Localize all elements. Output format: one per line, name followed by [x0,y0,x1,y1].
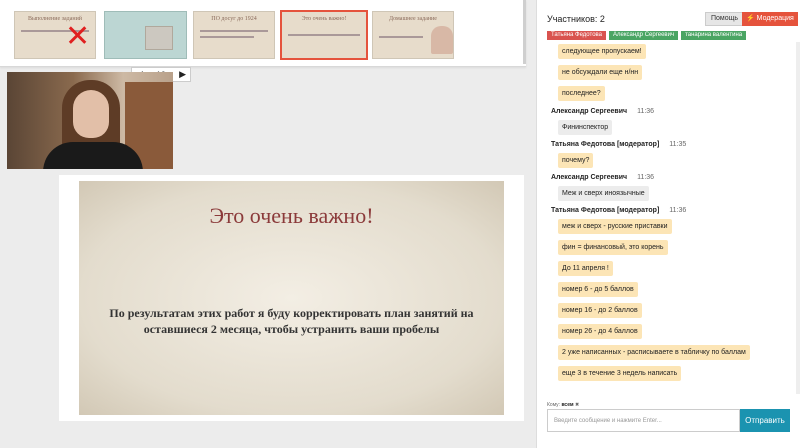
thumbnail-scrollbar[interactable] [523,0,526,64]
chat-message: фин = финансовый, это корень [558,240,668,255]
chat-panel: Участников: 2 Помощь ⚡ Модерация Татьяна… [536,0,800,448]
main-slide: Это очень важно! По результатам этих раб… [79,181,504,415]
participants-count: Участников: 2 [547,14,605,24]
message-author: Татьяна Федотова [модератор] 11:36 [551,207,686,214]
author-name: Александр Сергеевич [551,108,628,115]
slide-thumbnail-2[interactable] [104,11,187,59]
help-button[interactable]: Помощь [705,12,745,26]
author-name: Александр Сергеевич [551,174,628,181]
lightning-icon: ⚡ [746,15,755,22]
chat-message: номер 26 - до 4 баллов [558,324,642,339]
x-mark-icon: ✕ [65,19,91,54]
slide-thumbnail-1[interactable]: Выполнение заданий ✕ [14,11,96,59]
presentation-area: Выполнение заданий ✕ ПО досуг до 1924 Эт… [0,0,535,448]
participant-tag[interactable]: танарина валентина [681,31,747,40]
author-name: Татьяна Федотова [модератор] [551,141,660,148]
send-button[interactable]: Отправить [740,409,790,432]
slide-title: Это очень важно! [209,203,374,228]
chat-message: 2 уже написанных - расписываете в таблич… [558,345,750,360]
recipient-line: Кому: всем ✖ [547,402,579,408]
chat-messages: следующее пропускаем! не обсуждали еще н/… [537,42,795,394]
message-time: 11:36 [637,108,655,115]
webcam-person-face [73,90,109,138]
chat-message: еще 3 в течение 3 недель написать [558,366,682,381]
chat-message: номер 6 - до 5 баллов [558,282,638,297]
chat-message: почему? [558,153,594,168]
chat-message: номер 16 - до 2 баллов [558,303,642,318]
message-time: 11:35 [669,141,687,148]
chat-scrollbar[interactable] [796,42,800,394]
next-slide-button[interactable]: ▶ [179,69,186,80]
thumbnail-line [379,36,423,38]
chat-message: следующее пропускаем! [558,44,646,59]
clear-recipient-icon[interactable]: ✖ [575,402,579,408]
chat-message: Фининспектор [558,120,613,135]
slide-thumbnail-4-active[interactable]: Это очень важно! [280,10,368,60]
recipient-value[interactable]: всем [561,402,573,408]
participant-list: Татьяна Федотова Александр Сергеевич тан… [547,31,747,40]
slide-thumbnail-strip: Выполнение заданий ✕ ПО досуг до 1924 Эт… [0,0,526,67]
message-time: 11:36 [637,174,655,181]
recipient-label: Кому: [547,402,561,408]
message-time: 11:36 [669,207,687,214]
webcam-video [7,72,173,169]
chat-message: До 11 апреля ! [558,261,613,276]
participant-tag[interactable]: Татьяна Федотова [547,31,606,40]
thumbnail-line [288,34,360,36]
thumbnail-portrait [431,26,453,54]
message-author: Александр Сергеевич 11:36 [551,174,654,181]
thumbnail-line [200,30,268,32]
chat-message: меж и сверх - русские приставки [558,219,672,234]
thumbnail-image [145,26,173,50]
thumbnail-title: ПО досуг до 1924 [211,16,257,22]
moderation-button[interactable]: ⚡ Модерация [742,12,798,26]
chat-message: последнее? [558,86,605,101]
message-input[interactable]: Введите сообщение и нажмите Enter... [547,409,740,432]
message-author: Александр Сергеевич 11:36 [551,108,654,115]
main-slide-frame: Это очень важно! По результатам этих раб… [59,175,524,421]
chat-message: Меж и сверх иноязычные [558,186,649,201]
moderation-label: Модерация [756,15,794,22]
participant-tag[interactable]: Александр Сергеевич [609,31,679,40]
webcam-person-body [43,142,143,169]
thumbnail-title: Это очень важно! [301,16,347,22]
slide-thumbnail-5[interactable]: Домашнее задание [372,11,454,59]
message-author: Татьяна Федотова [модератор] 11:35 [551,141,686,148]
author-name: Татьяна Федотова [модератор] [551,207,660,214]
chat-message: не обсуждали еще н/нн [558,65,643,80]
thumbnail-line [200,36,254,38]
thumbnail-title: Домашнее задание [389,16,437,22]
slide-thumbnail-3[interactable]: ПО досуг до 1924 [193,11,275,59]
slide-body: По результатам этих работ я буду коррект… [109,306,474,336]
